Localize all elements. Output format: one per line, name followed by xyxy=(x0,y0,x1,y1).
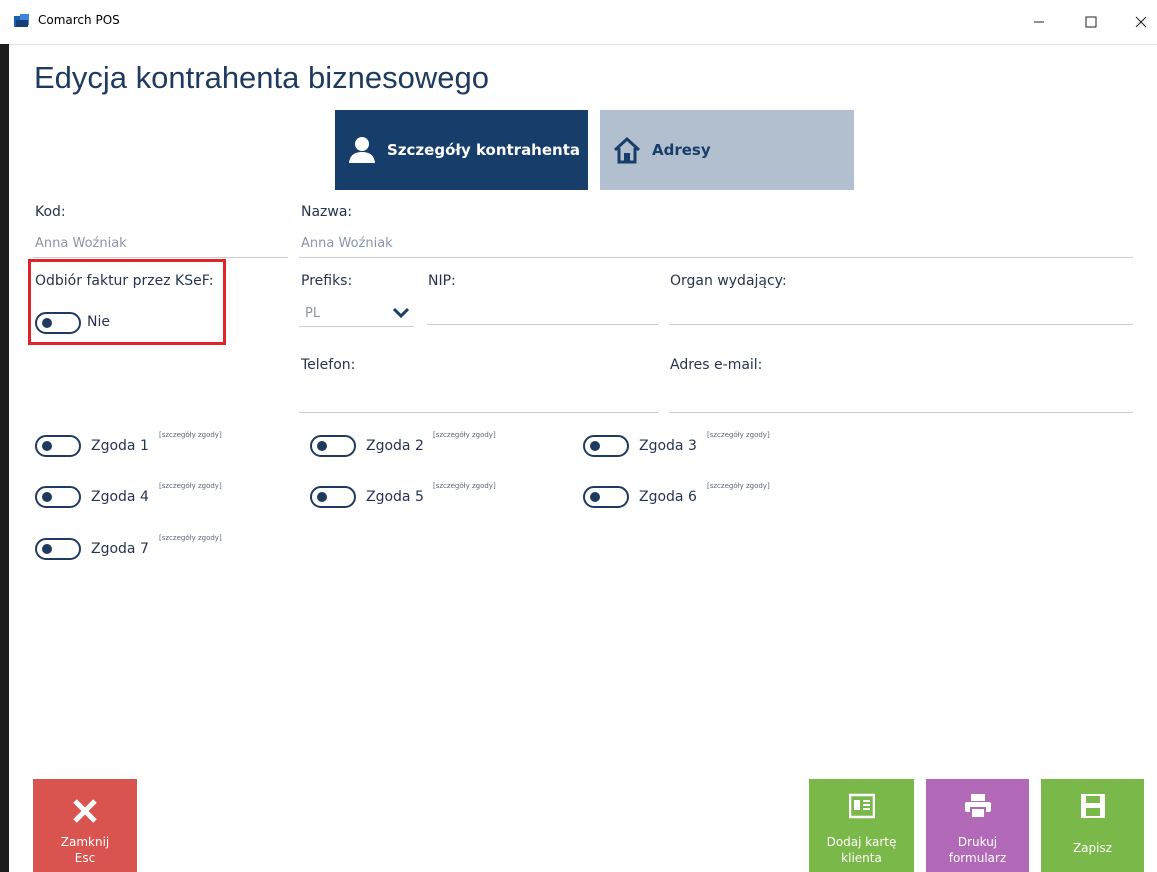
close-icon xyxy=(1135,16,1147,28)
nazwa-input[interactable]: Anna Woźniak xyxy=(301,236,393,251)
consent-4-label: Zgoda 4 xyxy=(91,489,149,505)
floppy-disk-icon xyxy=(1081,794,1105,818)
maximize-button[interactable] xyxy=(1071,8,1111,36)
ksef-state-label: Nie xyxy=(87,314,110,330)
telefon-underline xyxy=(299,412,658,413)
nip-underline xyxy=(427,324,658,325)
tab-addresses[interactable]: Adresy xyxy=(600,110,854,190)
close-button[interactable]: Zamknij Esc xyxy=(33,779,137,872)
add-client-card-button[interactable]: Dodaj kartę klienta xyxy=(809,779,914,872)
consent-3-toggle[interactable] xyxy=(583,435,629,457)
print-form-label: Drukuj formularz xyxy=(948,835,1007,865)
nip-label: NIP: xyxy=(428,273,456,289)
consent-2-details-link[interactable]: [szczegóły zgody] xyxy=(433,431,496,439)
consent-2-toggle[interactable] xyxy=(310,435,356,457)
printer-icon xyxy=(965,794,991,819)
prefiks-select[interactable]: PL xyxy=(305,306,320,321)
tab-details-label: Szczegóły kontrahenta xyxy=(387,141,581,159)
id-card-icon xyxy=(849,793,875,819)
ksef-label: Odbiór faktur przez KSeF: xyxy=(35,273,214,289)
toggle-knob xyxy=(42,544,52,554)
prefiks-underline xyxy=(299,326,414,327)
kod-input[interactable]: Anna Woźniak xyxy=(35,236,127,251)
page-title: Edycja kontrahenta biznesowego xyxy=(34,60,489,95)
organ-underline xyxy=(669,324,1133,325)
email-underline xyxy=(669,412,1133,413)
ksef-toggle[interactable] xyxy=(35,312,81,334)
consent-3-label: Zgoda 3 xyxy=(639,438,697,454)
minimize-button[interactable] xyxy=(1019,8,1059,36)
toggle-knob xyxy=(317,492,327,502)
add-client-card-label: Dodaj kartę klienta xyxy=(826,835,897,865)
save-button-label: Zapisz xyxy=(1072,841,1113,855)
consent-1-label: Zgoda 1 xyxy=(91,438,149,454)
consent-5-label: Zgoda 5 xyxy=(366,489,424,505)
print-form-button[interactable]: Drukuj formularz xyxy=(926,779,1029,872)
window-titlebar: Comarch POS xyxy=(0,0,1157,45)
tab-addresses-label: Adresy xyxy=(652,141,711,159)
organ-label: Organ wydający: xyxy=(670,273,787,289)
toggle-knob xyxy=(590,492,600,502)
close-button-label: Zamknij Esc xyxy=(60,835,110,865)
kod-label: Kod: xyxy=(35,204,66,220)
kod-underline xyxy=(33,257,288,258)
minimize-icon xyxy=(1034,21,1044,23)
consent-7-label: Zgoda 7 xyxy=(91,541,149,557)
consent-1-toggle[interactable] xyxy=(35,435,81,457)
consent-4-toggle[interactable] xyxy=(35,486,81,508)
toggle-knob xyxy=(42,318,52,328)
app-logo-icon xyxy=(14,14,29,27)
consent-7-details-link[interactable]: [szczegóły zgody] xyxy=(159,534,222,542)
window-close-button[interactable] xyxy=(1121,8,1157,36)
toggle-knob xyxy=(42,441,52,451)
tab-details[interactable]: Szczegóły kontrahenta xyxy=(335,110,588,190)
telefon-label: Telefon: xyxy=(301,357,356,373)
close-x-icon xyxy=(73,799,97,823)
consent-4-details-link[interactable]: [szczegóły zgody] xyxy=(159,482,222,490)
house-icon xyxy=(613,136,641,164)
consent-6-label: Zgoda 6 xyxy=(639,489,697,505)
toggle-knob xyxy=(317,441,327,451)
consent-6-details-link[interactable]: [szczegóły zgody] xyxy=(707,482,770,490)
window-title: Comarch POS xyxy=(38,13,120,27)
email-label: Adres e-mail: xyxy=(670,357,763,373)
toggle-knob xyxy=(42,492,52,502)
nazwa-underline xyxy=(299,257,1133,258)
person-icon xyxy=(349,137,375,163)
consent-6-toggle[interactable] xyxy=(583,486,629,508)
maximize-icon xyxy=(1085,16,1097,28)
consent-1-details-link[interactable]: [szczegóły zgody] xyxy=(159,431,222,439)
save-button[interactable]: Zapisz xyxy=(1041,779,1144,872)
consent-2-label: Zgoda 2 xyxy=(366,438,424,454)
prefiks-label: Prefiks: xyxy=(301,273,353,289)
left-edge-bar xyxy=(0,44,9,872)
consent-7-toggle[interactable] xyxy=(35,538,81,560)
nazwa-label: Nazwa: xyxy=(301,204,353,220)
chevron-down-icon[interactable] xyxy=(392,307,410,319)
toggle-knob xyxy=(590,441,600,451)
consent-5-toggle[interactable] xyxy=(310,486,356,508)
consent-5-details-link[interactable]: [szczegóły zgody] xyxy=(433,482,496,490)
consent-3-details-link[interactable]: [szczegóły zgody] xyxy=(707,431,770,439)
